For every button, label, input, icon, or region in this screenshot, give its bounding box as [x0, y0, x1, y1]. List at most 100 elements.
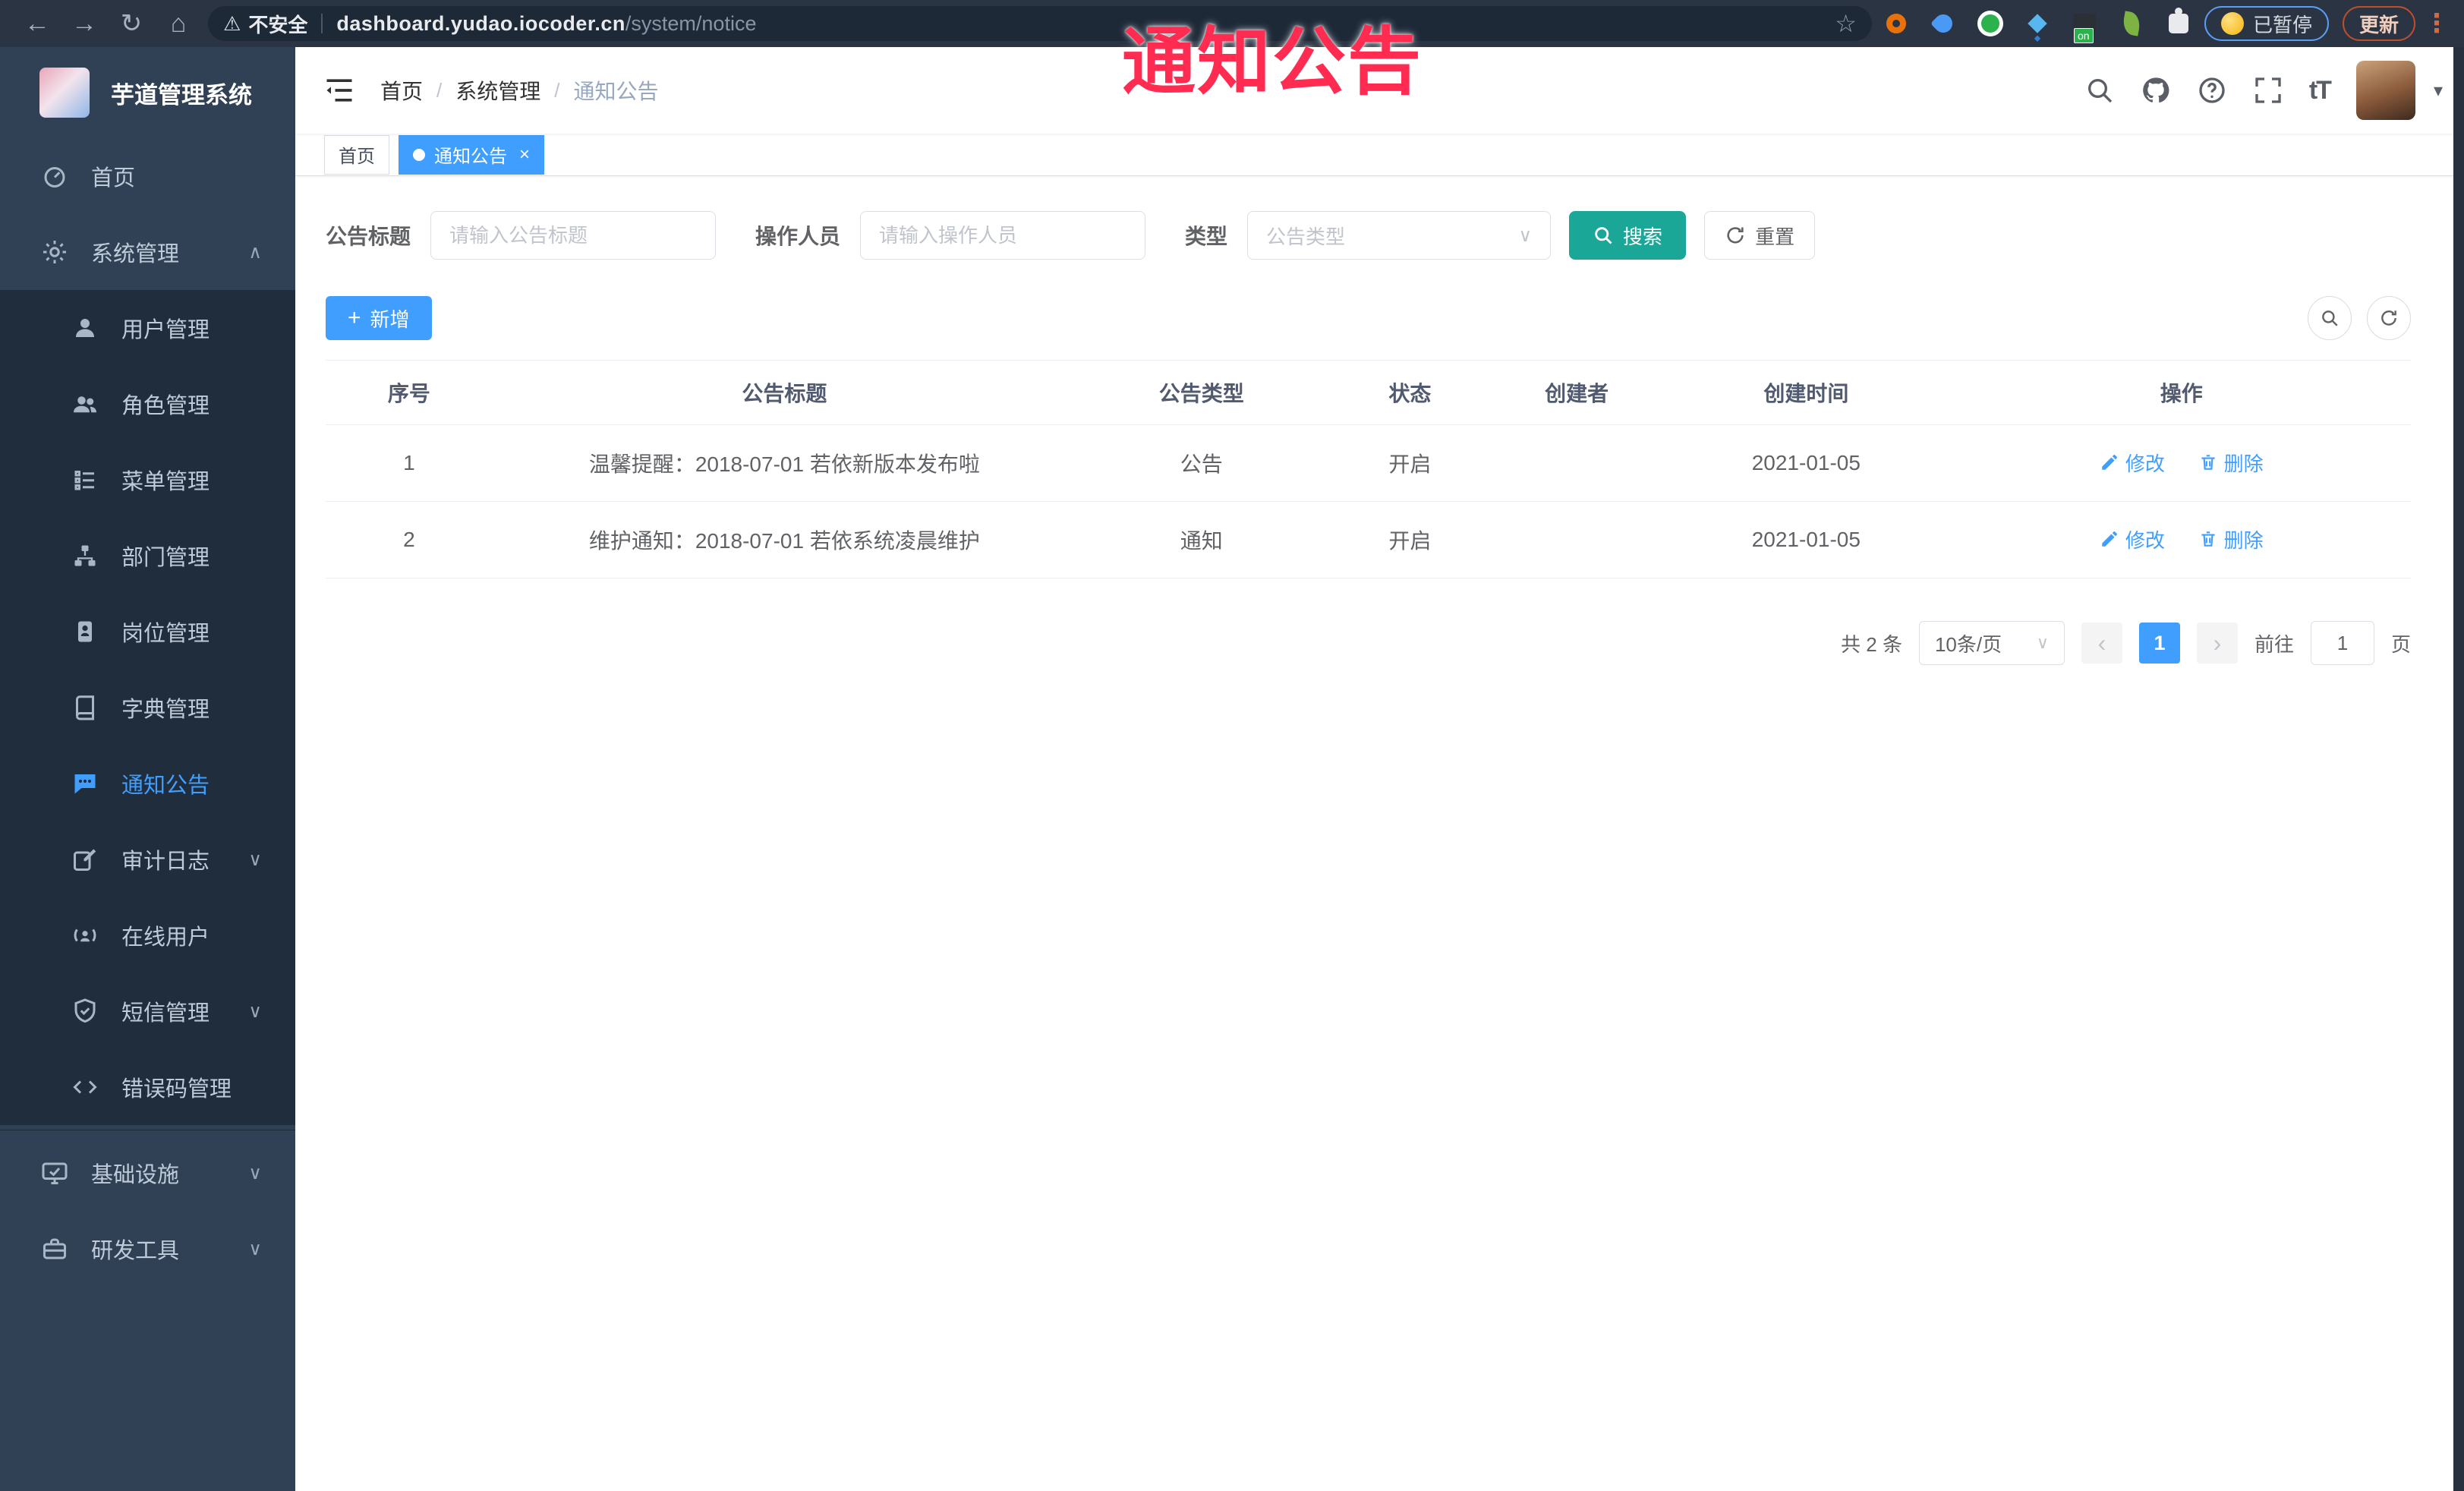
add-button[interactable]: + 新增 [326, 296, 432, 340]
browser-forward-icon[interactable]: → [61, 9, 108, 39]
sidebar-toggle-icon[interactable] [323, 74, 356, 107]
cell-id: 1 [403, 451, 415, 474]
operator-filter-input[interactable] [860, 211, 1146, 260]
message-bubble-icon [71, 770, 99, 797]
next-page-button[interactable]: › [2196, 623, 2238, 664]
sidebar-item-label: 首页 [91, 166, 136, 191]
sidebar-item-menus[interactable]: 菜单管理 [0, 442, 295, 518]
sidebar-item-posts[interactable]: 岗位管理 [0, 594, 295, 670]
edit-button[interactable]: 修改 [2100, 525, 2165, 553]
edit-button-label: 修改 [2125, 452, 2165, 475]
browser-menu-icon[interactable]: ⋮ [2423, 8, 2450, 39]
extension-green-leaf-icon[interactable] [2118, 10, 2145, 37]
sidebar-item-label: 部门管理 [121, 546, 210, 570]
title-filter-input[interactable] [430, 211, 717, 260]
extension-dark-on-icon[interactable]: on [2071, 10, 2098, 43]
browser-update-button[interactable]: 更新 [2342, 6, 2415, 41]
help-icon[interactable] [2197, 75, 2227, 106]
font-size-icon[interactable]: tT [2309, 76, 2332, 106]
sidebar-item-dictionary[interactable]: 字典管理 [0, 670, 295, 746]
extensions-row: on [1883, 8, 2192, 43]
header-creator: 创建者 [1545, 382, 1609, 405]
page-scrollbar[interactable] [2453, 47, 2464, 1491]
gear-icon [41, 238, 68, 266]
sidebar-item-notice[interactable]: 通知公告 [0, 746, 295, 821]
sidebar-item-label: 菜单管理 [121, 470, 210, 494]
extension-blue-diamond-icon[interactable] [2024, 10, 2051, 37]
delete-button[interactable]: 删除 [2198, 449, 2264, 477]
tab-label: 通知公告 [434, 147, 507, 167]
goto-page-input[interactable] [2310, 621, 2374, 665]
shield-check-icon [71, 998, 99, 1025]
sidebar-item-roles[interactable]: 角色管理 [0, 366, 295, 442]
page-1-button[interactable]: 1 [2138, 623, 2180, 664]
close-icon[interactable]: × [519, 145, 530, 164]
extension-green-circle-icon[interactable] [1977, 10, 2004, 37]
sidebar-item-online-users[interactable]: 在线用户 [0, 897, 295, 973]
search-icon[interactable] [2084, 75, 2115, 106]
online-user-icon [71, 922, 99, 949]
cell-type: 公告 [1180, 452, 1223, 476]
toggle-search-button[interactable] [2308, 296, 2352, 340]
breadcrumb-separator: / [436, 78, 443, 102]
edit-button[interactable]: 修改 [2100, 449, 2165, 477]
search-icon [2322, 310, 2338, 326]
sidebar-item-audit-log[interactable]: 审计日志 ∨ [0, 821, 295, 897]
tab-notice[interactable]: 通知公告 × [399, 134, 545, 175]
address-bar[interactable]: ⚠ 不安全 dashboard.yudao.iocoder.cn /system… [208, 6, 1872, 41]
search-button-label: 搜索 [1623, 225, 1663, 248]
browser-home-icon[interactable]: ⌂ [155, 9, 202, 39]
sidebar-item-error-codes[interactable]: 错误码管理 [0, 1049, 295, 1125]
app-logo-row[interactable]: 芋道管理系统 [0, 47, 295, 138]
sidebar-item-home[interactable]: 首页 [0, 138, 295, 214]
bookmark-star-icon[interactable]: ☆ [1835, 9, 1857, 38]
page-size-value: 10条/页 [1934, 632, 2002, 656]
refresh-table-button[interactable] [2367, 296, 2411, 340]
header-actions: tT ▾ [2084, 61, 2443, 120]
sidebar-item-infrastructure[interactable]: 基础设施 ∨ [0, 1135, 295, 1211]
delete-button-label: 删除 [2223, 528, 2264, 552]
dashboard-icon [41, 162, 68, 190]
sidebar-item-label: 用户管理 [121, 318, 210, 342]
github-icon[interactable] [2141, 75, 2171, 106]
extension-orange-ring-icon[interactable] [1883, 10, 1910, 37]
avatar-caret-down-icon[interactable]: ▾ [2434, 80, 2443, 102]
cell-creator [1493, 440, 1660, 486]
sidebar-item-system[interactable]: 系统管理 ∧ [0, 214, 295, 290]
delete-button[interactable]: 删除 [2198, 525, 2264, 553]
address-divider [321, 14, 323, 33]
active-tab-dot [413, 148, 425, 161]
sidebar-item-sms[interactable]: 短信管理 ∨ [0, 973, 295, 1049]
cell-status: 开启 [1388, 529, 1432, 553]
table-header-row: 序号 公告标题 公告类型 状态 创建者 创建时间 操作 [326, 361, 2411, 425]
page-size-select[interactable]: 10条/页 ∨ [1918, 621, 2065, 665]
page-unit-label: 页 [2390, 632, 2411, 656]
app-logo-image [39, 68, 90, 118]
fullscreen-icon[interactable] [2253, 75, 2283, 106]
users-group-icon [71, 390, 99, 418]
breadcrumb-home[interactable]: 首页 [380, 75, 423, 106]
chevron-down-icon: ∨ [1518, 225, 1533, 246]
profile-paused-badge[interactable]: 已暂停 [2204, 6, 2329, 41]
security-warning-label[interactable]: 不安全 [248, 10, 307, 38]
search-button[interactable]: 搜索 [1569, 211, 1687, 260]
type-filter-label: 类型 [1185, 225, 1228, 248]
sidebar-item-users[interactable]: 用户管理 [0, 290, 295, 366]
extensions-puzzle-icon[interactable] [2165, 8, 2192, 37]
sidebar-item-dev-tools[interactable]: 研发工具 ∨ [0, 1211, 295, 1287]
tab-home[interactable]: 首页 [324, 134, 389, 175]
browser-back-icon[interactable]: ← [14, 9, 61, 39]
pagination-total: 共 2 条 [1841, 632, 1902, 656]
reset-button[interactable]: 重置 [1704, 211, 1816, 260]
chevron-down-icon: ∨ [2036, 633, 2049, 652]
sidebar-item-label: 审计日志 [121, 850, 210, 874]
breadcrumb-system[interactable]: 系统管理 [455, 75, 540, 106]
type-filter-select[interactable]: 公告类型 ∨ [1247, 211, 1552, 260]
prev-page-button[interactable]: ‹ [2081, 623, 2122, 664]
notice-page: 公告标题 操作人员 类型 公告类型 ∨ 搜索 重置 + 新增 [295, 176, 2464, 665]
browser-reload-icon[interactable]: ↻ [108, 8, 155, 39]
user-avatar[interactable] [2355, 61, 2415, 120]
extension-blue-pin-icon[interactable] [1930, 10, 1957, 37]
sidebar-item-departments[interactable]: 部门管理 [0, 518, 295, 594]
sidebar-item-label: 基础设施 [91, 1163, 180, 1187]
